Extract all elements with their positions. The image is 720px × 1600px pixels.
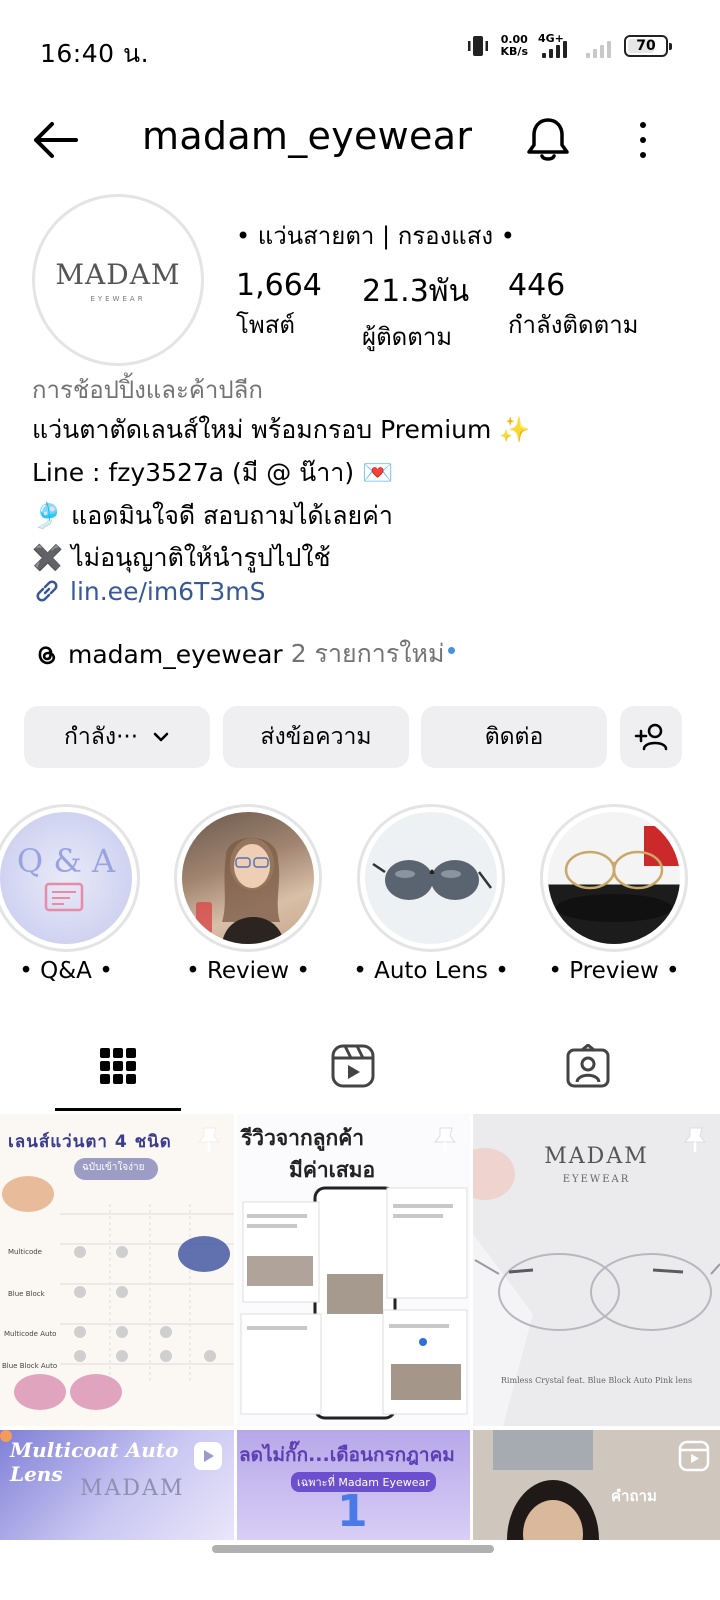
stat-following[interactable]: 446 กำลังติดตาม xyxy=(508,268,639,344)
reel-icon xyxy=(678,1440,710,1472)
contact-button[interactable]: ติดต่อ xyxy=(421,706,607,768)
post-subcaption: EYEWEAR xyxy=(562,1174,631,1185)
profile-tabs xyxy=(0,1020,720,1112)
avatar-logo: MADAM EYEWEAR xyxy=(40,202,196,358)
signal-bars-icon xyxy=(542,41,567,58)
post-thumbnail[interactable]: Multicoat Auto Lens MADAM xyxy=(0,1430,234,1540)
svg-text:Multicode Auto: Multicode Auto xyxy=(4,1330,56,1338)
bio-line: แว่นตาตัดเลนส์ใหม่ พร้อมกรอบ Premium ✨ xyxy=(32,415,531,444)
pin-icon xyxy=(433,1127,457,1152)
stat-posts[interactable]: 1,664 โพสต์ xyxy=(236,268,322,344)
post-caption: คำถาม xyxy=(611,1487,657,1505)
reel-icon xyxy=(194,1442,222,1470)
bio-line: ✖️ ไม่อนุญาติให้นำรูปไปใช้ xyxy=(32,543,331,572)
bio-line: 🎐 แอดมินใจดี สอบถามได้เลยค่า xyxy=(32,501,393,530)
post-thumbnail[interactable]: รีวิวจากลูกค้า มีค่าเสมอ xyxy=(237,1114,470,1426)
profile-tagline: • แว่นสายตา | กรองแสง • xyxy=(236,222,515,250)
status-time: 16:40 น. xyxy=(40,39,150,68)
message-button[interactable]: ส่งข้อความ xyxy=(223,706,409,768)
threads-badge[interactable]: madam_eyewear 2 รายการใหม่ xyxy=(32,634,456,674)
tagged-icon xyxy=(566,1044,610,1088)
battery-icon: 70 xyxy=(624,35,672,57)
post-caption: เลนส์แว่นตา 4 ชนิด xyxy=(8,1132,172,1152)
tab-posts[interactable] xyxy=(55,1020,181,1112)
highlight-label: • Review • xyxy=(186,958,310,984)
highlight-qa[interactable]: Q & A • Q&A • xyxy=(0,804,140,984)
grid-icon xyxy=(100,1048,136,1084)
chevron-down-icon xyxy=(153,732,169,742)
threads-icon xyxy=(38,646,56,665)
highlight-auto-lens-cover xyxy=(365,812,497,944)
highlight-qa-cover: Q & A xyxy=(0,812,132,944)
following-button[interactable]: กำลัง··· xyxy=(24,706,210,768)
active-tab-indicator xyxy=(55,1108,181,1111)
bell-icon[interactable] xyxy=(524,114,572,164)
pin-icon xyxy=(197,1127,221,1152)
tab-tagged[interactable] xyxy=(525,1020,651,1112)
highlight-preview-cover xyxy=(548,812,680,944)
net-speed: 0.00 KB/s xyxy=(500,33,528,58)
post-caption: มีค่าเสมอ xyxy=(289,1158,376,1182)
new-indicator-dot xyxy=(448,646,456,654)
stat-followers[interactable]: 21.3พัน ผู้ติดตาม xyxy=(362,268,469,356)
reels-icon xyxy=(331,1044,375,1088)
svg-text:Q & A: Q & A xyxy=(17,842,116,880)
profile-username: madam_eyewear xyxy=(142,114,473,158)
svg-text:Blue Block Auto: Blue Block Auto xyxy=(2,1362,57,1370)
highlight-review-cover xyxy=(182,812,314,944)
post-subcaption: ฉบับเข้าใจง่าย xyxy=(82,1162,145,1173)
vibrate-icon xyxy=(467,36,488,56)
tab-reels[interactable] xyxy=(290,1020,416,1112)
signal-4g: 4G+ xyxy=(538,32,574,60)
highlight-label: • Auto Lens • xyxy=(353,958,509,984)
post-thumbnail[interactable]: Multicode Blue Block Multicode Auto Blue Bl… xyxy=(0,1114,234,1426)
post-thumbnail[interactable]: MADAM EYEWEAR Rimless Crystal feat. Blue… xyxy=(473,1114,720,1426)
post-caption: ลดไม่กั๊ก...เดือนกรกฎาคม xyxy=(239,1444,455,1466)
highlight-label: • Preview • xyxy=(548,958,680,984)
back-arrow-icon[interactable] xyxy=(30,118,80,162)
profile-header: madam_eyewear xyxy=(0,100,720,180)
highlight-label: • Q&A • xyxy=(19,958,113,984)
home-indicator[interactable] xyxy=(212,1545,494,1553)
more-options-icon[interactable] xyxy=(630,118,656,162)
post-caption: รีวิวจากลูกค้า xyxy=(241,1126,365,1150)
add-user-icon xyxy=(634,723,668,751)
status-bar: 16:40 น. 0.00 KB/s 4G+ 70 xyxy=(0,0,720,100)
highlight-auto-lens[interactable]: • Auto Lens • xyxy=(353,804,509,984)
highlight-review[interactable]: • Review • xyxy=(174,804,322,984)
link-icon xyxy=(36,580,58,602)
bio-link[interactable]: lin.ee/im6T3mS xyxy=(32,576,265,606)
profile-category: การช้อปปิ้งและค้าปลีก xyxy=(32,376,263,404)
svg-text:Blue Block: Blue Block xyxy=(8,1290,46,1298)
add-user-button[interactable] xyxy=(620,706,682,768)
svg-text:Multicode: Multicode xyxy=(8,1248,42,1256)
post-thumbnail[interactable]: คำถาม xyxy=(473,1430,720,1540)
post-thumbnail[interactable]: ลดไม่กั๊ก...เดือนกรกฎาคม เฉพาะที่ Madam … xyxy=(237,1430,470,1540)
status-icons: 0.00 KB/s 4G+ 70 xyxy=(465,32,672,60)
highlight-preview[interactable]: • Preview • xyxy=(540,804,688,984)
profile-avatar[interactable]: MADAM EYEWEAR xyxy=(32,194,204,366)
signal-bars-sim2-icon xyxy=(584,32,614,60)
bio-line: Line : fzy3527a (มี @ น๊าา) 💌 xyxy=(32,458,394,487)
pin-icon xyxy=(683,1127,707,1152)
post-footer: Rimless Crystal feat. Blue Block Auto Pi… xyxy=(500,1376,693,1385)
